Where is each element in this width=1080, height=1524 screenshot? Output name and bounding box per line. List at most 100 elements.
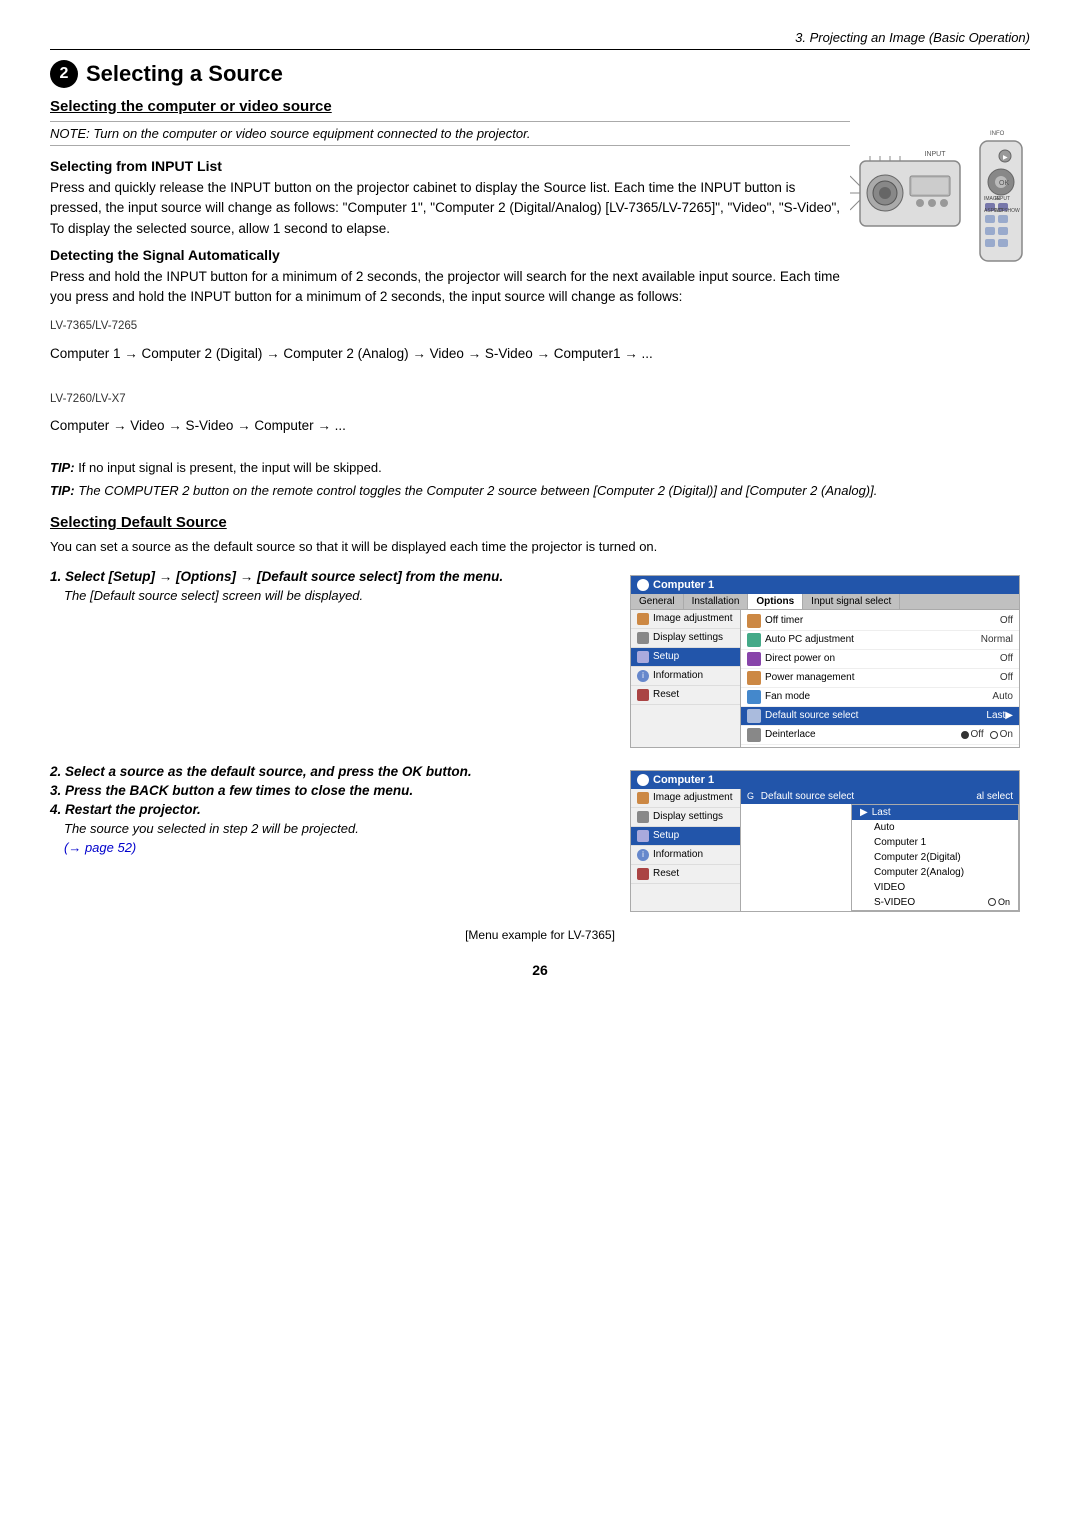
sidebar-reset[interactable]: Reset [631,686,740,705]
subsection-title-text: Selecting the computer or video source [50,98,332,115]
sidebar-setup-label: Setup [653,651,679,662]
tab-input-signal[interactable]: Input signal select [803,594,900,609]
tip2: TIP: The COMPUTER 2 button on the remote… [50,483,1030,498]
lv7260-label-text: LV-7260/LV-X7 [50,393,126,405]
menu2-container: Computer 1 Image adjustment Display sett… [630,770,1020,912]
page-footer: 26 [50,962,1030,978]
menu-caption-text: [Menu example for LV-7365] [465,928,615,942]
sidebar-image-adjustment[interactable]: Image adjustment [631,610,740,629]
detecting-text: Press and hold the INPUT button for a mi… [50,267,850,308]
step4-label-text: 4. Restart the projector. [50,802,201,817]
detecting-heading: Detecting the Signal Automatically [50,247,850,263]
step3-label: 3. Press the BACK button a few times to … [50,783,610,798]
row-auto-pc[interactable]: Auto PC adjustment Normal [741,631,1019,650]
off-timer-value: Off [1000,615,1013,626]
svg-text:OK: OK [999,180,1009,187]
dropdown-computer2digital-label: Computer 2(Digital) [874,852,961,863]
menu2-sidebar-display[interactable]: Display settings [631,808,740,827]
fan-icon [747,690,761,704]
dropdown-computer1-label: Computer 1 [874,837,926,848]
step3-label-text: 3. Press the BACK button a few times to … [50,783,413,798]
row-deinterlace[interactable]: Deinterlace Off On [741,726,1019,745]
radio-on-label: On [1000,729,1013,740]
lv7365-label-text: LV-7365/LV-7265 [50,320,137,332]
menu2-sidebar-image-label: Image adjustment [653,792,733,803]
input-list-body: Press and quickly release the INPUT butt… [50,180,840,236]
menu1-content: Off timer Off Auto PC adjustment Normal … [741,610,1019,747]
off-timer-icon [747,614,761,628]
menu1-container: Computer 1 General Installation Options … [630,575,1020,748]
dropdown-item-computer2analog[interactable]: Computer 2(Analog) [852,865,1018,880]
last-arrow: ▶ [860,807,868,818]
note-content: NOTE: Turn on the computer or video sour… [50,126,531,141]
input-list-heading: Selecting from INPUT List [50,158,850,174]
tab-installation[interactable]: Installation [684,594,749,609]
reset-icon [637,689,649,701]
menu2-sidebar-image[interactable]: Image adjustment [631,789,740,808]
default-source-icon [747,709,761,723]
tab-general[interactable]: General [631,594,684,609]
dropdown-item-svideo[interactable]: S-VIDEO On [852,895,1018,910]
section-title-text: Selecting a Source [86,61,283,87]
row-direct-power[interactable]: Direct power on Off [741,650,1019,669]
sidebar-display-label: Display settings [653,632,723,643]
direct-power-value: Off [1000,653,1013,664]
dropdown-item-computer1[interactable]: Computer 1 [852,835,1018,850]
tip1: TIP: If no input signal is present, the … [50,460,1030,475]
power-mgmt-label: Power management [765,672,1000,683]
menu2-header-text: Default source select [761,791,854,802]
menu-screenshot-1: Computer 1 General Installation Options … [630,569,1030,748]
header-text: 3. Projecting an Image (Basic Operation) [795,30,1030,45]
menu2-info-icon: i [637,849,649,861]
svg-text:▶: ▶ [1003,155,1008,161]
detecting-heading-text: Detecting the Signal Automatically [50,247,280,263]
sidebar-information-label: Information [653,670,703,681]
step4-label: 4. Restart the projector. [50,802,610,817]
radio-off: Off [961,729,984,740]
row-off-timer[interactable]: Off timer Off [741,612,1019,631]
svg-text:INPUT: INPUT [995,196,1010,202]
deinterlace-label: Deinterlace [765,729,961,740]
svg-text:INPUT: INPUT [925,151,947,158]
auto-pc-value: Normal [981,634,1013,645]
page-header: 3. Projecting an Image (Basic Operation) [50,30,1030,50]
auto-pc-label: Auto PC adjustment [765,634,981,645]
sidebar-information[interactable]: i Information [631,667,740,686]
menu2-sidebar: Image adjustment Display settings Setup [631,789,741,911]
menu1-titlebar: Computer 1 [631,576,1019,594]
deinterlace-icon [747,728,761,742]
direct-power-icon [747,652,761,666]
dropdown-item-last[interactable]: ▶ Last [852,805,1018,820]
svideo-radio-label: On [998,897,1010,907]
sidebar-display-settings[interactable]: Display settings [631,629,740,648]
row-power-mgmt[interactable]: Power management Off [741,669,1019,688]
menu2-setup-icon [637,830,649,842]
lv7365-flow-text: Computer 1 → Computer 2 (Digital) → Comp… [50,346,653,361]
tab-options[interactable]: Options [748,594,803,609]
default-source-text: You can set a source as the default sour… [50,537,1030,557]
default-source-heading-text: Selecting Default Source [50,514,227,531]
step1-desc: The [Default source select] screen will … [64,588,610,603]
lv7260-flow-text: Computer → Video → S-Video → Computer → … [50,418,346,433]
step2-label-text: 2. Select a source as the default source… [50,764,472,779]
menu2-display-icon [637,811,649,823]
dropdown-item-auto[interactable]: Auto [852,820,1018,835]
menu2-sidebar-information[interactable]: i Information [631,846,740,865]
tip1-bold: TIP: [50,460,75,475]
menu2-sidebar-display-label: Display settings [653,811,723,822]
off-timer-label: Off timer [765,615,1000,626]
dropdown-computer2analog-label: Computer 2(Analog) [874,867,964,878]
note-text: NOTE: Turn on the computer or video sour… [50,121,850,146]
menu1-title-icon [637,579,649,591]
menu2-sidebar-reset[interactable]: Reset [631,865,740,884]
power-mgmt-value: Off [1000,672,1013,683]
row-default-source[interactable]: Default source select Last ▶ [741,707,1019,726]
sidebar-setup[interactable]: Setup [631,648,740,667]
dropdown-item-video[interactable]: VIDEO [852,880,1018,895]
default-source-heading: Selecting Default Source [50,514,1030,531]
menu-caption: [Menu example for LV-7365] [50,928,1030,942]
dropdown-item-computer2digital[interactable]: Computer 2(Digital) [852,850,1018,865]
device-illustration: INPUT INFO ▶ OK IMAGE INPUT ASPECT NO-S [850,121,1030,315]
row-fan-mode[interactable]: Fan mode Auto [741,688,1019,707]
menu2-sidebar-setup[interactable]: Setup [631,827,740,846]
